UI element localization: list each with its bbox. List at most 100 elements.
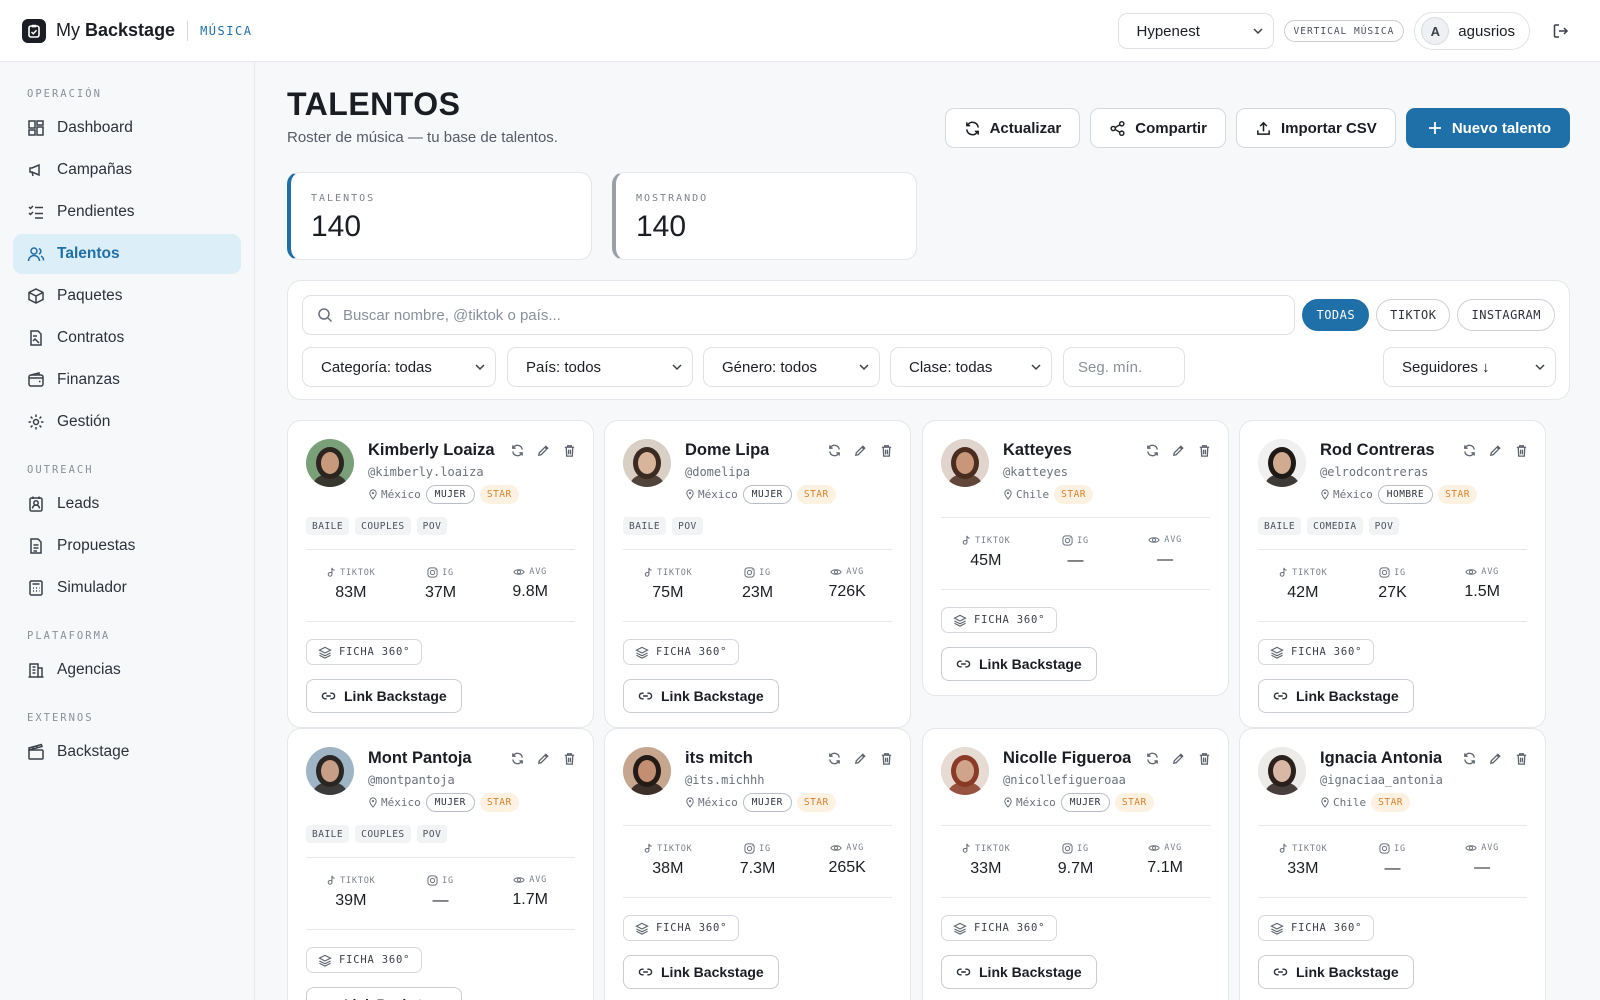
stat-label: TIKTOK	[657, 567, 693, 578]
sidebar-item-finanzas[interactable]: Finanzas	[13, 360, 241, 400]
talent-card[interactable]: its mitch @its.michhh México MUJER STAR …	[604, 728, 911, 1000]
ficha-360-button[interactable]: FICHA 360°	[1258, 639, 1375, 665]
talent-name[interactable]: Mont Pantoja	[368, 749, 472, 768]
sync-icon[interactable]	[1462, 751, 1477, 766]
sidebar-item-simulador[interactable]: Simulador	[13, 568, 241, 608]
talent-name[interactable]: Nicolle Figueroa	[1003, 749, 1131, 768]
talent-card[interactable]: Ignacia Antonia @ignaciaa_antonia Chile …	[1239, 728, 1546, 1000]
sidebar-item-agencias[interactable]: Agencias	[13, 650, 241, 690]
link-backstage-button[interactable]: Link Backstage	[623, 679, 779, 713]
share-button[interactable]: Compartir	[1090, 108, 1226, 148]
users-icon	[27, 247, 45, 262]
talent-name[interactable]: Ignacia Antonia	[1320, 749, 1442, 768]
talent-card[interactable]: Kimberly Loaiza @kimberly.loaiza México …	[287, 420, 594, 728]
contact-icon	[29, 496, 43, 512]
sync-icon[interactable]	[827, 443, 842, 458]
link-backstage-button[interactable]: Link Backstage	[1258, 955, 1414, 989]
platform-tab-instagram[interactable]: INSTAGRAM	[1457, 299, 1555, 331]
organization-select[interactable]: Hypenest	[1117, 13, 1274, 49]
ficha-360-button[interactable]: FICHA 360°	[623, 639, 740, 665]
talent-card[interactable]: Rod Contreras @elrodcontreras México HOM…	[1239, 420, 1546, 728]
talent-name[interactable]: Rod Contreras	[1320, 441, 1435, 460]
sidebar-item-gestion[interactable]: Gestión	[13, 402, 241, 442]
sync-icon[interactable]	[1462, 443, 1477, 458]
class-select[interactable]: Clase: todas	[890, 347, 1052, 387]
talent-name[interactable]: its mitch	[685, 749, 753, 768]
talent-card[interactable]: Dome Lipa @domelipa México MUJER STAR BA…	[604, 420, 911, 728]
edit-icon[interactable]	[1488, 443, 1503, 458]
talent-name[interactable]: Kimberly Loaiza	[368, 441, 495, 460]
edit-icon[interactable]	[1488, 751, 1503, 766]
talent-card[interactable]: Mont Pantoja @montpantoja México MUJER S…	[287, 728, 594, 1000]
ficha-360-button[interactable]: FICHA 360°	[941, 607, 1058, 633]
link-backstage-button[interactable]: Link Backstage	[306, 987, 462, 1000]
document-icon	[30, 538, 42, 554]
trash-icon[interactable]	[879, 751, 894, 766]
sync-icon[interactable]	[510, 443, 525, 458]
link-backstage-button[interactable]: Link Backstage	[306, 679, 462, 713]
edit-icon[interactable]	[1171, 443, 1186, 458]
gender-select[interactable]: Género: todos	[703, 347, 880, 387]
trash-icon[interactable]	[879, 443, 894, 458]
ficha-360-button[interactable]: FICHA 360°	[941, 915, 1058, 941]
logout-button[interactable]	[1544, 14, 1578, 48]
sync-icon[interactable]	[510, 751, 525, 766]
sync-icon[interactable]	[1145, 443, 1160, 458]
link-backstage-button[interactable]: Link Backstage	[1258, 679, 1414, 713]
talent-card[interactable]: Nicolle Figueroa @nicollefigueroaa Méxic…	[922, 728, 1229, 1000]
link-icon	[638, 691, 653, 701]
trash-icon[interactable]	[1514, 751, 1529, 766]
sync-icon[interactable]	[827, 751, 842, 766]
trash-icon[interactable]	[562, 443, 577, 458]
sidebar-item-propuestas[interactable]: Propuestas	[13, 526, 241, 566]
link-backstage-button[interactable]: Link Backstage	[941, 955, 1097, 989]
import-csv-button[interactable]: Importar CSV	[1235, 108, 1396, 148]
platform-tab-tiktok[interactable]: TIKTOK	[1376, 299, 1451, 331]
class-badge: STAR	[1438, 485, 1477, 504]
card-divider	[623, 621, 892, 622]
sidebar-item-pendientes[interactable]: Pendientes	[13, 192, 241, 232]
ficha-360-button[interactable]: FICHA 360°	[1258, 915, 1375, 941]
refresh-button[interactable]: Actualizar	[944, 108, 1081, 148]
min-followers-input[interactable]: Seg. mín.	[1063, 347, 1185, 387]
edit-icon[interactable]	[853, 443, 868, 458]
user-menu[interactable]: A agusrios	[1414, 12, 1530, 50]
sidebar-item-label: Gestión	[57, 413, 111, 430]
platform-tab-todas[interactable]: TODAS	[1302, 299, 1370, 331]
trash-icon[interactable]	[1514, 443, 1529, 458]
sidebar-item-leads[interactable]: Leads	[13, 484, 241, 524]
talent-card[interactable]: Katteyes @katteyes Chile STAR TIKTOK 45M…	[922, 420, 1229, 696]
ficha-360-button[interactable]: FICHA 360°	[306, 947, 423, 973]
sidebar-item-paquetes[interactable]: Paquetes	[13, 276, 241, 316]
ficha-label: FICHA 360°	[339, 646, 411, 658]
edit-icon[interactable]	[536, 751, 551, 766]
talent-name[interactable]: Katteyes	[1003, 441, 1072, 460]
new-talent-button[interactable]: Nuevo talento	[1405, 108, 1570, 148]
trash-icon[interactable]	[562, 751, 577, 766]
edit-icon[interactable]	[853, 751, 868, 766]
link-backstage-button[interactable]: Link Backstage	[623, 955, 779, 989]
search-input[interactable]	[343, 306, 1243, 324]
edit-icon[interactable]	[1171, 751, 1186, 766]
sidebar-item-talentos[interactable]: Talentos	[13, 234, 241, 274]
edit-icon[interactable]	[536, 443, 551, 458]
sidebar-item-backstage[interactable]: Backstage	[13, 732, 241, 772]
ficha-360-button[interactable]: FICHA 360°	[623, 915, 740, 941]
sidebar-item-dashboard[interactable]: Dashboard	[13, 108, 241, 148]
talent-name[interactable]: Dome Lipa	[685, 441, 769, 460]
country-value: País: todos	[526, 358, 602, 376]
sidebar-item-campanas[interactable]: Campañas	[13, 150, 241, 190]
sort-select[interactable]: Seguidores ↓	[1383, 347, 1556, 387]
sidebar-item-contratos[interactable]: Contratos	[13, 318, 241, 358]
sync-icon[interactable]	[1145, 751, 1160, 766]
ficha-360-button[interactable]: FICHA 360°	[306, 639, 423, 665]
trash-icon[interactable]	[1197, 751, 1212, 766]
talent-avatar	[1258, 439, 1306, 487]
talent-photo	[941, 439, 989, 487]
link-backstage-button[interactable]: Link Backstage	[941, 647, 1097, 681]
search-box[interactable]	[302, 295, 1295, 335]
category-select[interactable]: Categoría: todas	[302, 347, 496, 387]
brand[interactable]: My Backstage MÚSICA	[22, 18, 252, 43]
trash-icon[interactable]	[1197, 443, 1212, 458]
country-select[interactable]: País: todos	[507, 347, 693, 387]
